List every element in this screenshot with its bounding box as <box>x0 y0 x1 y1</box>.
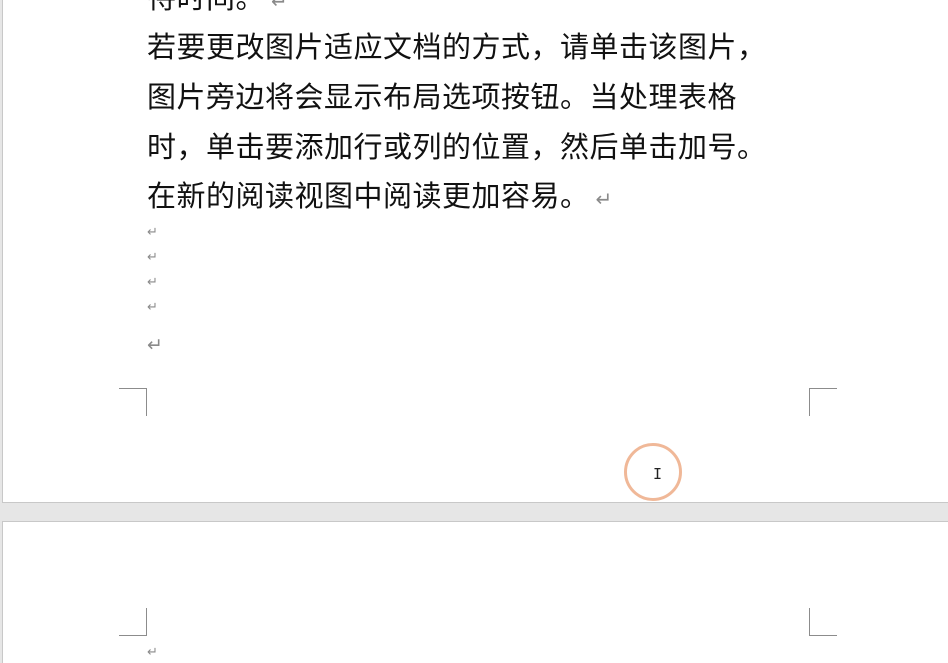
empty-paragraph-mark-icon[interactable]: ↵ <box>147 335 163 355</box>
empty-paragraph-mark-icon[interactable]: ↵ <box>147 301 158 315</box>
empty-paragraph-mark-icon[interactable]: ↵ <box>147 646 158 660</box>
document-page-2[interactable]: ↵ <box>2 521 948 663</box>
line-text: 待时间。 <box>147 0 265 15</box>
paragraph-mark-icon: ↵ <box>271 0 289 13</box>
document-page-1[interactable]: 待时间。 ↵ 若要更改图片适应文档的方式，请单击该图片， 图片旁边将会显示布局选项… <box>2 0 948 503</box>
line-text: 若要更改图片适应文档的方式，请单击该图片， <box>147 30 767 64</box>
line-text: 图片旁边将会显示布局选项按钮。当处理表格 <box>147 80 738 114</box>
margin-corner-bottom-right-icon <box>809 388 837 416</box>
paragraph-line-4[interactable]: 时，单击要添加行或列的位置，然后单击加号。 <box>147 127 767 167</box>
i-beam-cursor-icon: I <box>653 465 663 483</box>
paragraph-line-2[interactable]: 若要更改图片适应文档的方式，请单击该图片， <box>147 27 767 67</box>
margin-corner-top-left-icon <box>119 608 147 636</box>
empty-paragraph-mark-icon[interactable]: ↵ <box>147 251 158 265</box>
margin-corner-top-right-icon <box>809 608 837 636</box>
empty-paragraph-mark-icon[interactable]: ↵ <box>147 226 158 240</box>
paragraph-mark-icon: ↵ <box>595 187 613 211</box>
line-text: 在新的阅读视图中阅读更加容易。 <box>147 179 590 213</box>
paragraph-line-1[interactable]: 待时间。 ↵ <box>147 0 288 21</box>
line-text: 时，单击要添加行或列的位置，然后单击加号。 <box>147 130 767 164</box>
paragraph-line-3[interactable]: 图片旁边将会显示布局选项按钮。当处理表格 <box>147 77 737 117</box>
margin-corner-bottom-left-icon <box>119 388 147 416</box>
paragraph-line-5[interactable]: 在新的阅读视图中阅读更加容易。 ↵ <box>147 176 613 219</box>
empty-paragraph-mark-icon[interactable]: ↵ <box>147 276 158 290</box>
